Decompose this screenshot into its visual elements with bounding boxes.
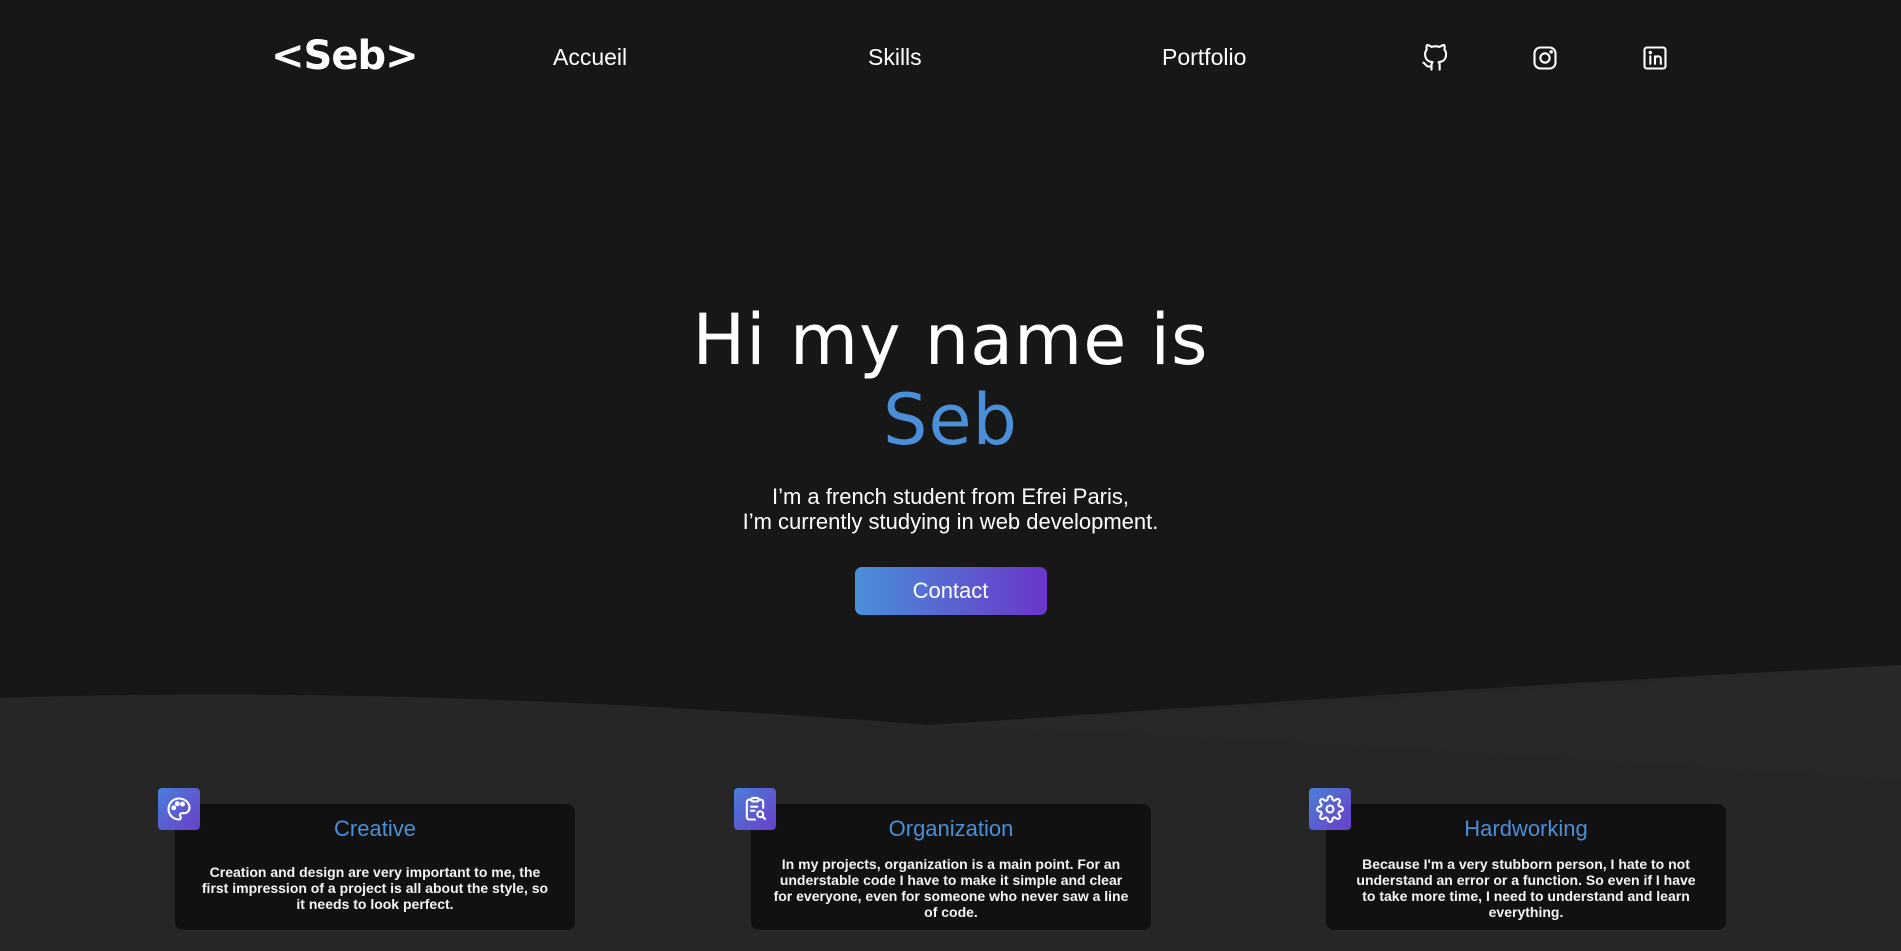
feature-title: Organization	[888, 816, 1014, 841]
hero-subtitle: I’m a french student from Efrei Paris, I…	[0, 484, 1901, 534]
feature-card-body: Creative Creation and design are very im…	[175, 804, 575, 930]
feature-title: Hardworking	[1464, 816, 1588, 841]
feature-card-body: Hardworking Because I'm a very stubborn …	[1326, 804, 1726, 930]
feature-title: Creative	[334, 816, 416, 841]
site-logo[interactable]: <Seb>	[271, 33, 419, 79]
nav-link-accueil[interactable]: Accueil	[553, 44, 627, 71]
hero-section: Hi my name is Seb I’m a french student f…	[0, 300, 1901, 615]
hero-subtitle-line1: I’m a french student from Efrei Paris,	[771, 484, 1130, 509]
feature-card-creative: Creative Creation and design are very im…	[158, 788, 578, 930]
gear-icon	[1309, 788, 1351, 830]
top-nav: <Seb> Accueil Skills Portfolio	[0, 0, 1901, 115]
feature-card-hardworking: Hardworking Because I'm a very stubborn …	[1309, 788, 1729, 930]
feature-card-organization: Organization In my projects, organizatio…	[734, 788, 1154, 930]
clipboard-search-icon	[734, 788, 776, 830]
linkedin-icon[interactable]	[1641, 44, 1669, 72]
contact-button[interactable]: Contact	[854, 567, 1047, 615]
instagram-icon[interactable]	[1531, 44, 1559, 72]
feature-card-body: Organization In my projects, organizatio…	[751, 804, 1151, 930]
nav-link-skills[interactable]: Skills	[868, 44, 922, 71]
nav-link-portfolio[interactable]: Portfolio	[1162, 44, 1246, 71]
github-icon[interactable]	[1421, 44, 1449, 72]
hero-subtitle-line2: I’m currently studying in web developmen…	[742, 509, 1159, 534]
feature-text: In my projects, organization is a main p…	[773, 856, 1129, 920]
feature-text: Creation and design are very important t…	[201, 864, 549, 912]
hero-greeting: Hi my name is	[692, 299, 1209, 381]
palette-icon	[158, 788, 200, 830]
feature-text: Because I'm a very stubborn person, I ha…	[1356, 856, 1696, 920]
hero-name: Seb	[883, 379, 1018, 461]
